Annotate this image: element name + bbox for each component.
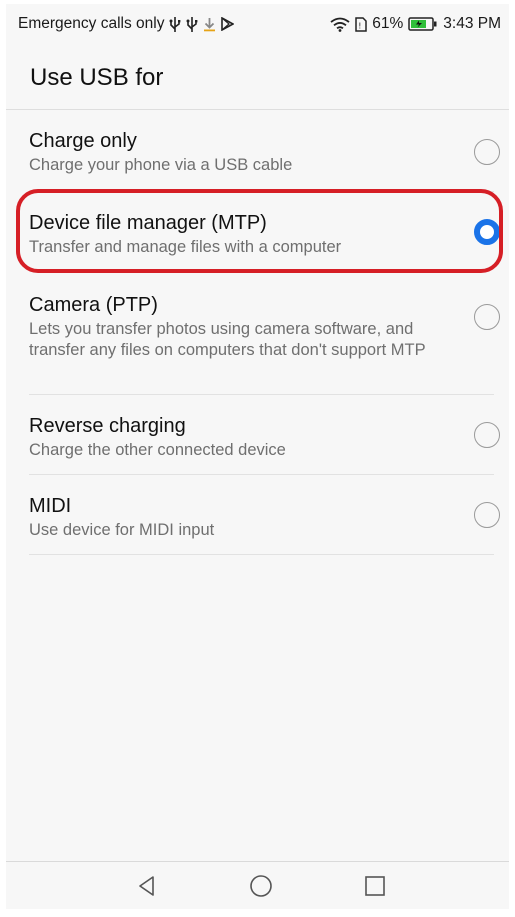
option-subtitle: Charge the other connected device (29, 441, 286, 459)
option-subtitle: Lets you transfer photos using camera so… (29, 320, 426, 359)
radio-button[interactable] (474, 304, 500, 330)
title-bar: Use USB for (6, 44, 509, 110)
recents-icon (365, 876, 385, 896)
option-title: Reverse charging (29, 415, 186, 437)
radio-button[interactable] (474, 502, 500, 528)
option-subtitle: Charge your phone via a USB cable (29, 156, 293, 174)
usb-icon (169, 16, 181, 32)
radio-button[interactable] (474, 139, 500, 165)
option-subtitle: Use device for MIDI input (29, 521, 215, 539)
play-store-icon (221, 17, 235, 31)
option-charge-only[interactable]: Charge only Charge your phone via a USB … (29, 110, 500, 192)
option-title: MIDI (29, 495, 72, 517)
option-camera-ptp[interactable]: Camera (PTP) Lets you transfer photos us… (29, 274, 500, 395)
option-reverse-charging[interactable]: Reverse charging Charge the other connec… (29, 395, 500, 475)
navigation-bar (6, 861, 509, 909)
status-left: Emergency calls only (18, 15, 235, 33)
usb-icon (186, 16, 198, 32)
radio-button[interactable] (474, 422, 500, 448)
battery-percent: 61% (372, 15, 404, 32)
option-title: Device file manager (MTP) (29, 212, 267, 234)
carrier-text: Emergency calls only (18, 15, 165, 32)
download-icon (203, 17, 216, 32)
status-bar: Emergency calls only ! 61% 3:43 PM (6, 4, 509, 44)
usb-options-list: Charge only Charge your phone via a USB … (29, 110, 500, 555)
back-icon (139, 876, 154, 896)
option-midi[interactable]: MIDI Use device for MIDI input (29, 475, 500, 555)
back-button[interactable] (131, 870, 163, 902)
screen: Emergency calls only ! 61% 3:43 PM Use U… (6, 4, 509, 909)
battery-charging-icon (408, 17, 438, 31)
status-right: ! 61% 3:43 PM (330, 15, 501, 33)
sim-icon: ! (355, 16, 367, 32)
option-title: Camera (PTP) (29, 294, 158, 316)
option-title: Charge only (29, 130, 137, 152)
home-button[interactable] (245, 870, 277, 902)
option-subtitle: Transfer and manage files with a compute… (29, 238, 342, 256)
radio-button-selected[interactable] (474, 219, 500, 245)
home-icon (250, 875, 272, 897)
page-title: Use USB for (30, 64, 164, 91)
recents-button[interactable] (359, 870, 391, 902)
option-device-file-manager[interactable]: Device file manager (MTP) Transfer and m… (29, 192, 500, 274)
svg-text:!: ! (359, 21, 362, 30)
wifi-icon (330, 17, 350, 32)
clock: 3:43 PM (443, 15, 501, 32)
